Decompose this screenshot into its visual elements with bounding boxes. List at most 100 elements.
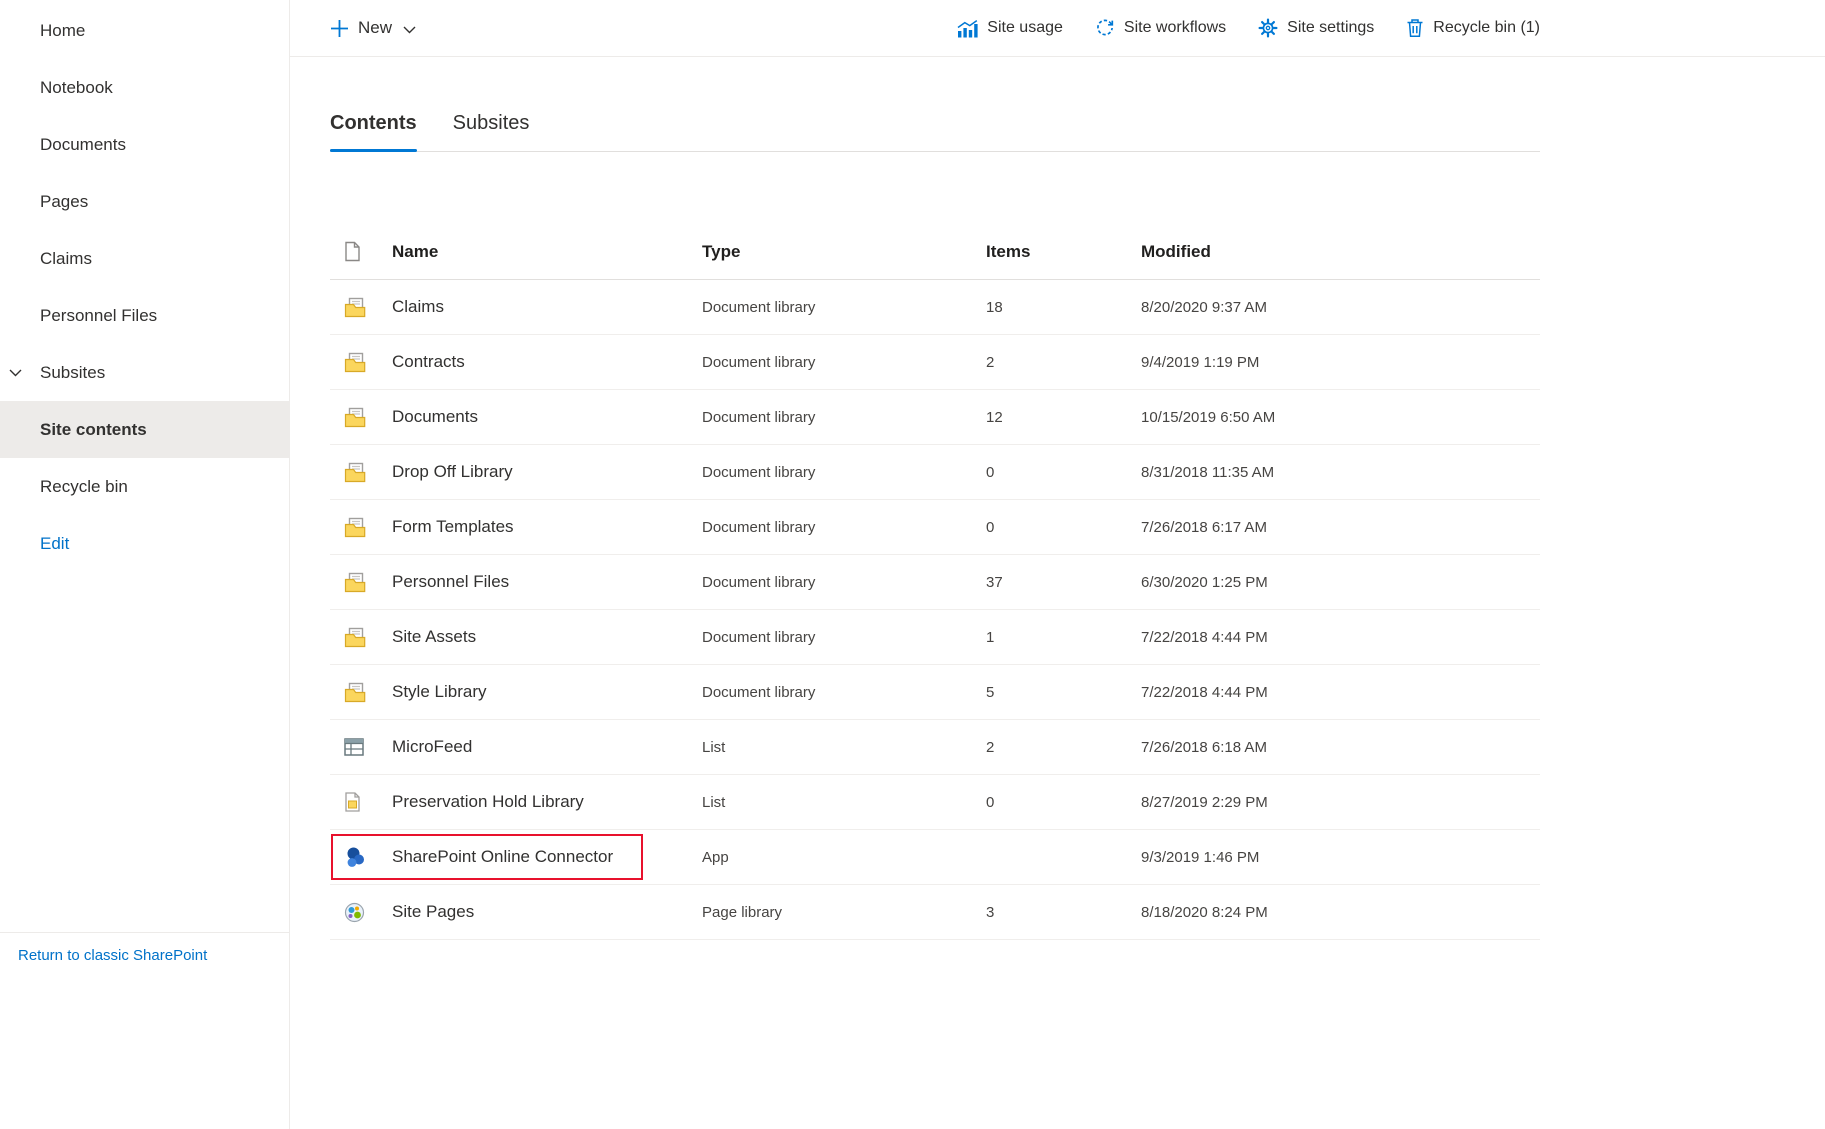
table-row[interactable]: Style LibraryDocument library57/22/2018 … — [330, 665, 1540, 720]
item-name[interactable]: MicroFeed — [392, 737, 702, 757]
item-type: App — [702, 849, 986, 866]
sidebar-item-label: Personnel Files — [40, 306, 157, 326]
doclib-icon — [344, 627, 366, 648]
table-row[interactable]: Form TemplatesDocument library07/26/2018… — [330, 500, 1540, 555]
command-label: Recycle bin (1) — [1433, 19, 1540, 37]
sidebar-item-documents[interactable]: Documents — [0, 116, 289, 173]
table-row[interactable]: Personnel FilesDocument library376/30/20… — [330, 555, 1540, 610]
item-count: 2 — [986, 739, 1141, 756]
item-name[interactable]: Drop Off Library — [392, 462, 702, 482]
command-bar-actions: Site usage Site workflows Site settings Rec… — [957, 18, 1540, 38]
sidebar-item-notebook[interactable]: Notebook — [0, 59, 289, 116]
item-name[interactable]: SharePoint Online Connector — [392, 847, 702, 867]
item-type-icon-cell — [330, 846, 392, 868]
command-label: Site usage — [987, 19, 1063, 37]
sidebar-item-site-contents[interactable]: Site contents — [0, 401, 289, 458]
item-type: Document library — [702, 519, 986, 536]
sidebar-item-label: Claims — [40, 249, 92, 269]
sidebar-item-label: Recycle bin — [40, 477, 128, 497]
table-body: ClaimsDocument library188/20/2020 9:37 A… — [330, 280, 1540, 940]
sidebar-item-label: Site contents — [40, 420, 147, 440]
list-icon — [344, 738, 364, 756]
table-row[interactable]: DocumentsDocument library1210/15/2019 6:… — [330, 390, 1540, 445]
sidebar-item-pages[interactable]: Pages — [0, 173, 289, 230]
table-row[interactable]: ClaimsDocument library188/20/2020 9:37 A… — [330, 280, 1540, 335]
sidebar-footer: Return to classic SharePoint — [0, 932, 289, 965]
item-count: 12 — [986, 409, 1141, 426]
page-icon — [344, 241, 361, 262]
sync-icon — [1095, 18, 1115, 38]
item-count: 0 — [986, 464, 1141, 481]
item-count: 18 — [986, 299, 1141, 316]
tab-subsites[interactable]: Subsites — [453, 109, 530, 151]
item-modified: 6/30/2020 1:25 PM — [1141, 574, 1540, 591]
doclib-icon — [344, 682, 366, 703]
item-type: List — [702, 794, 986, 811]
item-name[interactable]: Contracts — [392, 352, 702, 372]
item-type-icon-cell — [330, 352, 392, 373]
site-usage-button[interactable]: Site usage — [957, 19, 1063, 38]
chart-icon — [957, 19, 978, 38]
item-type-icon-cell — [330, 462, 392, 483]
item-modified: 8/31/2018 11:35 AM — [1141, 464, 1540, 481]
content-area: Contents Subsites Name Type Items Modifie… — [290, 57, 1825, 1129]
doclib-icon — [344, 297, 366, 318]
item-type: List — [702, 739, 986, 756]
column-header-name[interactable]: Name — [392, 242, 702, 262]
item-modified: 7/26/2018 6:18 AM — [1141, 739, 1540, 756]
sidebar-item-claims[interactable]: Claims — [0, 230, 289, 287]
column-header-type[interactable]: Type — [702, 242, 986, 262]
item-type: Page library — [702, 904, 986, 921]
item-type-icon-cell — [330, 627, 392, 648]
sidebar-item-edit[interactable]: Edit — [0, 515, 289, 572]
item-name[interactable]: Style Library — [392, 682, 702, 702]
item-name[interactable]: Documents — [392, 407, 702, 427]
table-row[interactable]: Preservation Hold LibraryList08/27/2019 … — [330, 775, 1540, 830]
item-name[interactable]: Site Assets — [392, 627, 702, 647]
item-name[interactable]: Preservation Hold Library — [392, 792, 702, 812]
item-name[interactable]: Site Pages — [392, 902, 702, 922]
table-row[interactable]: MicroFeedList27/26/2018 6:18 AM — [330, 720, 1540, 775]
sidebar-item-home[interactable]: Home — [0, 2, 289, 59]
column-header-modified[interactable]: Modified — [1141, 242, 1540, 262]
sidebar-item-recycle-bin[interactable]: Recycle bin — [0, 458, 289, 515]
item-type: Document library — [702, 409, 986, 426]
column-header-items[interactable]: Items — [986, 242, 1141, 262]
site-settings-button[interactable]: Site settings — [1258, 18, 1374, 38]
doclib-icon — [344, 517, 366, 538]
item-modified: 7/22/2018 4:44 PM — [1141, 629, 1540, 646]
tab-contents[interactable]: Contents — [330, 109, 417, 151]
sidebar-item-label: Home — [40, 21, 85, 41]
sidebar-item-personnel-files[interactable]: Personnel Files — [0, 287, 289, 344]
table-header: Name Type Items Modified — [330, 224, 1540, 280]
item-modified: 9/4/2019 1:19 PM — [1141, 354, 1540, 371]
item-modified: 9/3/2019 1:46 PM — [1141, 849, 1540, 866]
site-workflows-button[interactable]: Site workflows — [1095, 18, 1226, 38]
plus-icon — [330, 19, 349, 38]
item-modified: 10/15/2019 6:50 AM — [1141, 409, 1540, 426]
item-name[interactable]: Claims — [392, 297, 702, 317]
table-row[interactable]: Drop Off LibraryDocument library08/31/20… — [330, 445, 1540, 500]
item-name[interactable]: Personnel Files — [392, 572, 702, 592]
table-row[interactable]: ContractsDocument library29/4/2019 1:19 … — [330, 335, 1540, 390]
recycle-bin-1-button[interactable]: Recycle bin (1) — [1406, 18, 1540, 38]
new-button[interactable]: New — [330, 18, 416, 38]
command-bar: New Site usage Site workflows Site setting… — [290, 0, 1825, 57]
item-type: Document library — [702, 629, 986, 646]
item-type-icon-cell — [330, 792, 392, 812]
command-label: Site settings — [1287, 19, 1374, 37]
file-type-header-cell — [330, 241, 392, 262]
item-type: Document library — [702, 684, 986, 701]
item-modified: 7/22/2018 4:44 PM — [1141, 684, 1540, 701]
table-row[interactable]: Site PagesPage library38/18/2020 8:24 PM — [330, 885, 1540, 940]
sidebar-item-subsites[interactable]: Subsites — [0, 344, 289, 401]
sidebar-item-label: Documents — [40, 135, 126, 155]
item-modified: 8/27/2019 2:29 PM — [1141, 794, 1540, 811]
return-to-classic-link[interactable]: Return to classic SharePoint — [18, 947, 207, 964]
table-row[interactable]: SharePoint Online ConnectorApp 9/3/2019 1… — [330, 830, 1540, 885]
item-name[interactable]: Form Templates — [392, 517, 702, 537]
doc-icon — [344, 792, 361, 812]
table-row[interactable]: Site AssetsDocument library17/22/2018 4:… — [330, 610, 1540, 665]
item-modified: 8/18/2020 8:24 PM — [1141, 904, 1540, 921]
item-count: 3 — [986, 904, 1141, 921]
